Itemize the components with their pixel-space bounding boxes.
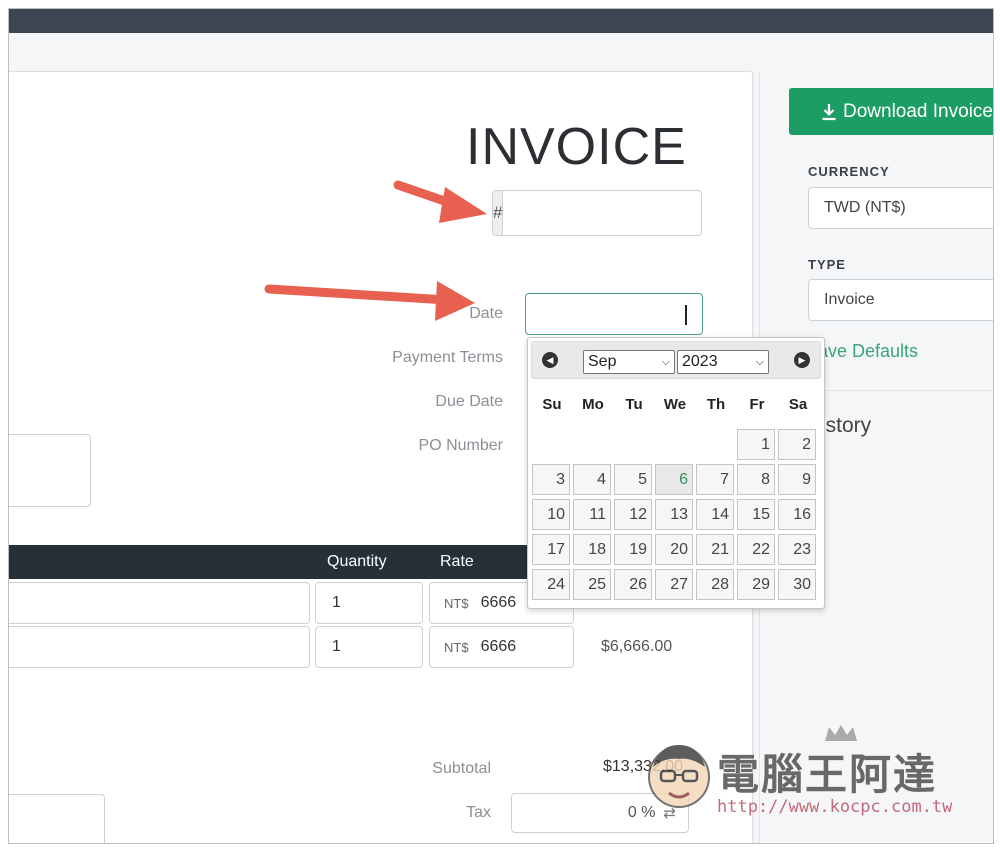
tax-label: Tax xyxy=(466,804,491,821)
weekday-header: Mo xyxy=(582,396,604,413)
calendar-day[interactable]: 11 xyxy=(573,499,611,530)
calendar-day[interactable]: 24 xyxy=(532,569,570,600)
type-label: TYPE xyxy=(808,257,846,272)
date-label: Date xyxy=(469,305,503,322)
calendar-day[interactable]: 25 xyxy=(573,569,611,600)
mascot-logo xyxy=(648,745,710,808)
calendar-day[interactable]: 5 xyxy=(614,464,652,495)
calendar-day[interactable]: 14 xyxy=(696,499,734,530)
year-select-value: 2023 xyxy=(682,353,718,370)
weekday-header: Tu xyxy=(625,396,643,413)
invoice-number-input[interactable] xyxy=(503,191,701,235)
chevron-down-icon: ⌵ xyxy=(755,355,764,368)
calendar-day[interactable]: 30 xyxy=(778,569,816,600)
item-amount: $6,666.00 xyxy=(601,638,673,655)
history-heading: istory xyxy=(821,414,872,437)
calendar-day[interactable]: 28 xyxy=(696,569,734,600)
calendar-day[interactable]: 8 xyxy=(737,464,775,495)
rate-header: Rate xyxy=(440,553,474,570)
weekday-header: Su xyxy=(542,396,562,413)
text-caret xyxy=(685,305,687,325)
calendar-day[interactable]: 17 xyxy=(532,534,570,565)
calendar-day[interactable]: 22 xyxy=(737,534,775,565)
calendar-day[interactable]: 20 xyxy=(655,534,693,565)
invoice-title: INVOICE xyxy=(466,118,687,176)
weekday-header: We xyxy=(663,396,687,413)
download-invoice-label: Download Invoice xyxy=(843,100,993,122)
payment-terms-label: Payment Terms xyxy=(392,349,503,366)
sidebar-divider xyxy=(808,390,993,391)
save-defaults-link[interactable]: ave Defaults xyxy=(818,341,918,362)
app-window: INVOICE # Date Payment Terms Due Date PO… xyxy=(8,8,994,844)
chevron-down-icon: ⌵ xyxy=(661,355,670,368)
quantity-header: Quantity xyxy=(327,553,387,570)
calendar-day[interactable]: 4 xyxy=(573,464,611,495)
calendar-day[interactable]: 12 xyxy=(614,499,652,530)
month-select[interactable]: Sep ⌵ xyxy=(583,350,675,374)
calendar-day[interactable]: 10 xyxy=(532,499,570,530)
chevron-left-icon[interactable]: ◀ xyxy=(542,352,558,368)
download-invoice-button[interactable]: Download Invoice xyxy=(789,88,993,135)
currency-prefix: NT$ xyxy=(444,639,469,655)
datepicker-header: ◀ Sep ⌵ 2023 ⌵ ▶ xyxy=(531,341,821,379)
calendar-day[interactable]: 18 xyxy=(573,534,611,565)
calendar-day[interactable]: 29 xyxy=(737,569,775,600)
calendar-day[interactable]: 1 xyxy=(737,429,775,460)
calendar-day[interactable]: 9 xyxy=(778,464,816,495)
calendar-day[interactable]: 23 xyxy=(778,534,816,565)
year-select[interactable]: 2023 ⌵ xyxy=(677,350,769,374)
calendar-day[interactable]: 27 xyxy=(655,569,693,600)
item-rate-value: 6666 xyxy=(480,638,517,655)
calendar-day[interactable]: 13 xyxy=(655,499,693,530)
datepicker-popup: ◀ Sep ⌵ 2023 ⌵ ▶ Su Mo Tu We Th Fr Sa 12345678… xyxy=(527,337,825,609)
currency-select[interactable]: TWD (NT$) xyxy=(808,187,993,229)
calendar-day[interactable]: 7 xyxy=(696,464,734,495)
due-date-label: Due Date xyxy=(435,393,503,410)
currency-label: CURRENCY xyxy=(808,164,890,179)
subtotal-label: Subtotal xyxy=(432,760,491,777)
calendar-day[interactable]: 21 xyxy=(696,534,734,565)
calendar-day[interactable]: 2 xyxy=(778,429,816,460)
calendar-day[interactable]: 6 xyxy=(655,464,693,495)
watermark-url: http://www.kocpc.com.tw xyxy=(717,797,953,817)
calendar-day[interactable]: 26 xyxy=(614,569,652,600)
item-description-input[interactable] xyxy=(9,582,310,624)
currency-prefix: NT$ xyxy=(444,595,469,611)
calendar-day[interactable]: 15 xyxy=(737,499,775,530)
items-table-header: Quantity Rate xyxy=(9,545,549,579)
watermark-title: 電腦王阿達 xyxy=(717,750,938,799)
po-number-label: PO Number xyxy=(418,437,503,454)
watermark: 電腦王阿達 http://www.kocpc.com.tw xyxy=(639,725,969,823)
date-input[interactable] xyxy=(525,293,703,335)
item-quantity-input[interactable]: 1 xyxy=(315,626,423,668)
crown-icon xyxy=(825,725,857,741)
type-select[interactable]: Invoice xyxy=(808,279,993,321)
calendar-day[interactable]: 3 xyxy=(532,464,570,495)
calendar-day[interactable]: 19 xyxy=(614,534,652,565)
weekday-header: Th xyxy=(706,396,726,413)
month-select-value: Sep xyxy=(588,353,617,370)
calendar-day[interactable]: 16 xyxy=(778,499,816,530)
item-rate-input[interactable]: NT$ 6666 xyxy=(429,626,574,668)
top-bar xyxy=(9,9,993,33)
item-description-input[interactable] xyxy=(9,626,310,668)
weekday-header: Fr xyxy=(749,396,765,413)
notes-input[interactable] xyxy=(9,794,105,843)
item-quantity-input[interactable]: 1 xyxy=(315,582,423,624)
invoice-number-prefix: # xyxy=(493,191,504,235)
bill-to-input[interactable] xyxy=(9,434,91,507)
weekday-header: Sa xyxy=(788,396,808,413)
invoice-number-group: # xyxy=(492,190,702,236)
item-rate-value: 6666 xyxy=(480,594,517,611)
download-icon xyxy=(822,103,836,120)
chevron-right-icon[interactable]: ▶ xyxy=(794,352,810,368)
